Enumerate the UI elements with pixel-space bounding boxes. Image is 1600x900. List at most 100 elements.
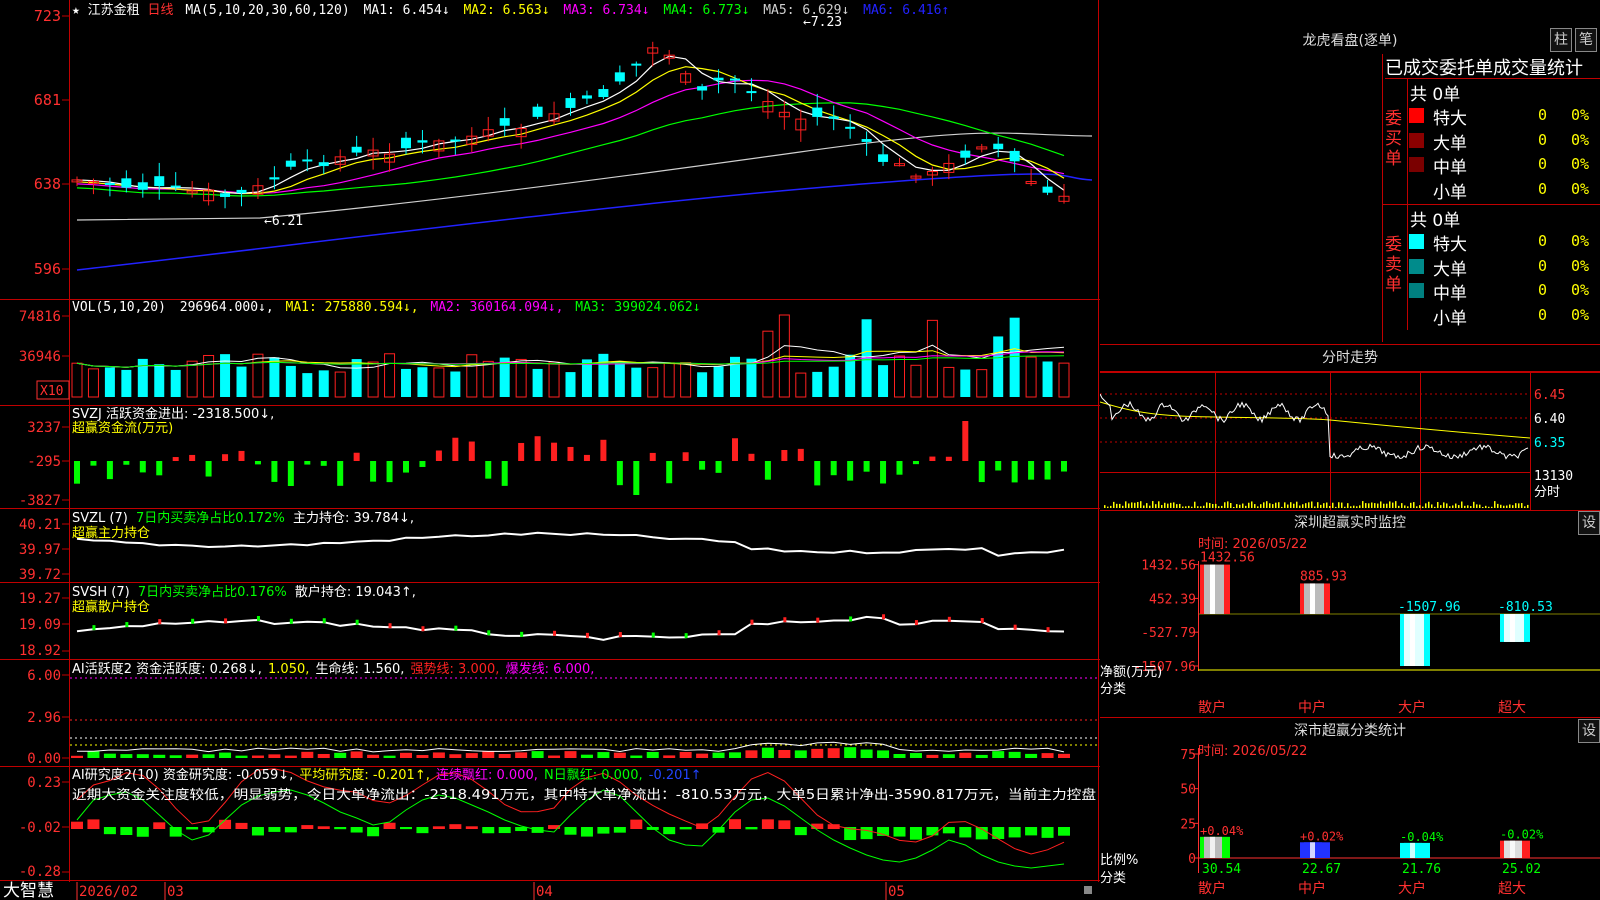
svzj-header: SVZJ 活跃资金进出: -2318.500↓, (72, 406, 274, 422)
activity-bar (235, 755, 248, 758)
column-toggle-button[interactable]: 柱 (1550, 28, 1572, 52)
fund-flow-bar (106, 461, 113, 480)
intraday-vol-bar (1107, 506, 1109, 508)
intraday-vol-bar (1515, 503, 1517, 508)
candle-body-down (812, 107, 823, 117)
retail-tick (684, 633, 688, 639)
monitor-bar (1200, 564, 1230, 614)
activity-bar (1025, 753, 1038, 758)
activity-bar (597, 752, 610, 758)
fund-flow-bar (649, 452, 656, 461)
intraday-vol-bar (1260, 504, 1262, 508)
activity-bar (860, 749, 873, 758)
volume-bar (598, 353, 609, 397)
activity-bar (531, 751, 544, 758)
activity-bar (811, 748, 824, 758)
research-bar (432, 826, 445, 829)
intraday-vol-bar (1218, 506, 1220, 508)
svzl-tick: 39.72 (19, 567, 61, 583)
intraday-time-label: 分时 (1534, 485, 1560, 500)
legend-swatch (1409, 132, 1424, 148)
fund-flow-bar (139, 461, 146, 473)
research-bar (136, 827, 149, 837)
intraday-chart[interactable]: 6.45 6.40 6.35 13130分时 (1100, 372, 1600, 510)
monitor-unit-label: 净额(万元) (1100, 665, 1162, 680)
intraday-vol-bar (1191, 506, 1193, 508)
lhb-row: 小单 0 0% (1408, 304, 1600, 329)
ai-research-tick: -0.02 (19, 820, 61, 836)
legend-swatch (1409, 283, 1424, 298)
activity-bar (663, 755, 676, 758)
kline-chart-area[interactable]: 723 681 638 596 74816 36946 X10 3237 -29… (0, 0, 1100, 900)
lhb-row-count: 0 (1538, 155, 1548, 173)
research-bar (515, 827, 528, 832)
svsh-title: 超赢散户持仓 (72, 599, 150, 615)
intraday-vol-bar (1164, 502, 1166, 508)
tick-toggle-button[interactable]: 笔 (1575, 28, 1597, 52)
date-axis: 2026/02 03 04 05 (79, 884, 905, 900)
svzl-header: SVZL (7) 7日内买卖净占比0.172% 主力持仓: 39.784↓, (72, 510, 414, 526)
research-bar (942, 827, 955, 834)
classify-bar (1400, 842, 1430, 858)
svsh-tick: 19.09 (19, 617, 61, 633)
activity-bar (169, 755, 182, 758)
svzj-tick: -295 (27, 454, 61, 470)
intraday-vol-bar (1248, 502, 1250, 508)
research-bar (400, 827, 412, 830)
retail-tick (553, 630, 557, 636)
retail-tick (256, 616, 260, 622)
svzj-tick: 3237 (27, 420, 61, 436)
intraday-vol-bar (1254, 504, 1256, 508)
research-bar (268, 827, 281, 832)
volume-bar (878, 365, 889, 397)
lock-icon (1084, 886, 1092, 894)
retail-tick (914, 620, 918, 626)
intraday-vol-bar (1299, 505, 1301, 508)
research-bar (482, 827, 495, 834)
monitor-bar-name: 中户 (1298, 699, 1326, 716)
intraday-vol-bar (1368, 503, 1370, 508)
activity-bar (71, 755, 83, 758)
ai-research-tick: -0.28 (19, 864, 61, 880)
candle-body-down (1042, 186, 1053, 193)
research-bar (465, 826, 478, 829)
volume-bar (1042, 361, 1053, 397)
candle-body-down (137, 182, 148, 190)
candle-body-down (960, 150, 971, 158)
candle-body-down (993, 143, 1004, 150)
intraday-vol-bar (1113, 501, 1115, 508)
axis-ticks (62, 15, 69, 873)
monitor-bar-name: 散户 (1198, 699, 1226, 716)
intraday-vol-bar (1176, 504, 1178, 508)
activity-bar (630, 755, 643, 758)
research-bar (71, 821, 83, 829)
ma5-value: MA5: 6.629↓ (763, 3, 849, 18)
research-bar (679, 827, 692, 830)
intraday-price-line (1100, 393, 1529, 460)
intraday-vol-bar (1491, 506, 1493, 508)
classify-time: 时间: 2026/05/22 (1198, 744, 1307, 759)
retail-tick (125, 622, 129, 628)
retail-tick (651, 632, 655, 638)
retail-tick (421, 626, 425, 632)
retail-tick (191, 618, 195, 624)
activity-bar (136, 754, 149, 758)
intraday-vol-bar (1140, 501, 1142, 508)
candle-body-down (351, 146, 362, 153)
fund-flow-bar (320, 461, 327, 466)
fund-flow-bar (616, 461, 623, 486)
classify-tick: 50 (1180, 783, 1196, 798)
research-bar (909, 827, 922, 840)
volume-bar (351, 359, 362, 397)
intraday-vol-bar (1197, 506, 1199, 508)
intraday-vol-bar (1185, 506, 1187, 508)
intraday-vol-bar (1329, 505, 1331, 508)
volume-bar (433, 367, 445, 398)
monitor-bar-value: -810.53 (1498, 600, 1553, 615)
volume-panel (71, 314, 1070, 398)
monitor-bar (1500, 614, 1530, 642)
intraday-vol-bar (1419, 505, 1421, 508)
classify-name: 超大 (1498, 881, 1526, 897)
retail-tick (1013, 624, 1017, 630)
research-bar (1058, 827, 1070, 836)
